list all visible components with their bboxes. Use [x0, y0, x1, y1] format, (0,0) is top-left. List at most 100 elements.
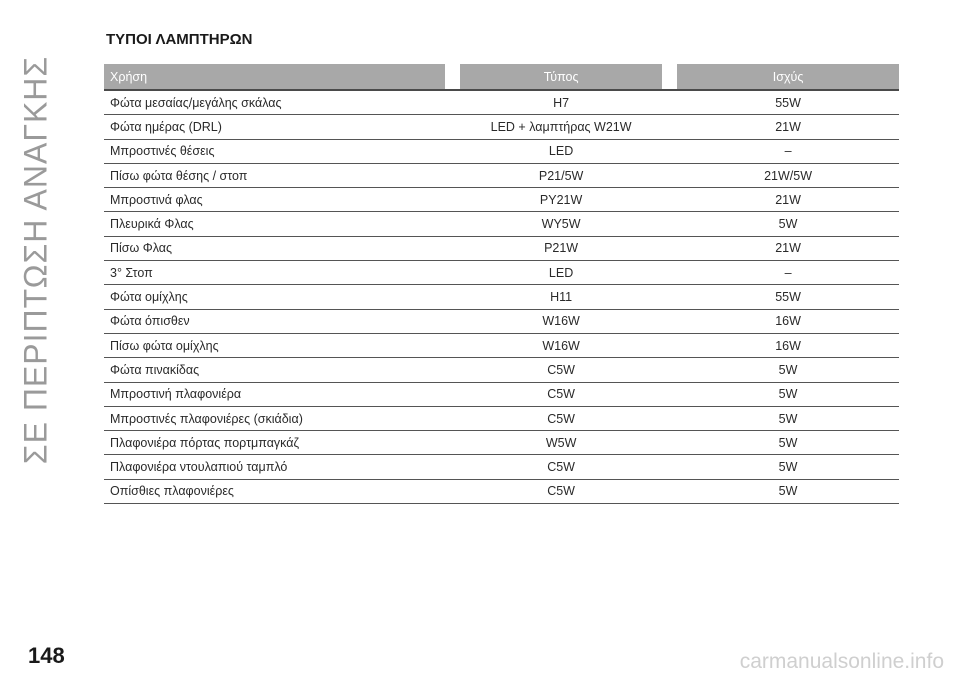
cell-gap	[445, 114, 461, 140]
cell-gap	[662, 406, 678, 432]
header-type: Τύπος	[460, 64, 663, 91]
cell-gap	[662, 333, 678, 359]
table-row: Οπίσθιες πλαφονιέρες C5W 5W	[104, 479, 899, 505]
cell-use: Πλευρικά Φλας	[104, 211, 446, 237]
cell-use: Μπροστινά φλας	[104, 187, 446, 213]
cell-type: P21W	[460, 236, 663, 262]
cell-type: W16W	[460, 333, 663, 359]
cell-gap	[662, 357, 678, 383]
cell-gap	[445, 163, 461, 189]
header-power: Ισχύς	[677, 64, 899, 91]
cell-gap	[662, 382, 678, 407]
cell-gap	[662, 211, 678, 237]
table-row: Φώτα ομίχλης H11 55W	[104, 284, 899, 310]
cell-type: H7	[460, 90, 663, 116]
cell-type: P21/5W	[460, 163, 663, 189]
cell-power: 5W	[677, 357, 899, 383]
cell-power: 5W	[677, 454, 899, 480]
watermark: carmanualsonline.info	[739, 650, 944, 673]
cell-type: LED + λαμπτήρας W21W	[460, 114, 663, 140]
cell-power: 5W	[677, 430, 899, 456]
cell-use: Πίσω φώτα θέσης / στοπ	[104, 163, 446, 189]
cell-type: C5W	[460, 382, 663, 407]
cell-use: Μπροστινή πλαφονιέρα	[104, 382, 446, 407]
cell-gap	[662, 187, 678, 213]
cell-gap	[662, 163, 678, 189]
cell-use: Μπροστινές θέσεις	[104, 139, 446, 164]
cell-gap	[662, 260, 678, 286]
cell-gap	[445, 187, 461, 213]
cell-power: 5W	[677, 479, 899, 505]
cell-gap	[445, 139, 461, 164]
table-row: Πλευρικά Φλας WY5W 5W	[104, 211, 899, 237]
cell-type: C5W	[460, 406, 663, 432]
cell-type: C5W	[460, 357, 663, 383]
cell-power: 5W	[677, 382, 899, 407]
cell-type: C5W	[460, 479, 663, 505]
cell-type: LED	[460, 139, 663, 164]
cell-use: Πλαφονιέρα ντουλαπιού ταμπλό	[104, 454, 446, 480]
cell-use: Πλαφονιέρα πόρτας πορτμπαγκάζ	[104, 430, 446, 456]
section-side-title: ΣΕ ΠΕΡΙΠΤΩΣΗ ΑΝΑΓΚΗΣ	[17, 55, 54, 465]
cell-power: 55W	[677, 284, 899, 310]
cell-gap	[445, 479, 461, 505]
cell-gap	[662, 454, 678, 480]
table-row: Μπροστινές θέσεις LED –	[104, 139, 899, 164]
cell-power: 21W	[677, 187, 899, 213]
cell-gap	[445, 357, 461, 383]
cell-gap	[662, 139, 678, 164]
cell-gap	[662, 430, 678, 456]
cell-power: –	[677, 260, 899, 286]
header-gap	[662, 64, 678, 91]
cell-power: 16W	[677, 309, 899, 334]
cell-use: Μπροστινές πλαφονιέρες (σκιάδια)	[104, 406, 446, 432]
table-row: Φώτα όπισθεν W16W 16W	[104, 309, 899, 334]
table-row: Πίσω φώτα ομίχλης W16W 16W	[104, 333, 899, 359]
cell-gap	[445, 236, 461, 262]
header-use: Χρήση	[104, 64, 446, 91]
cell-gap	[662, 114, 678, 140]
cell-power: 21W	[677, 114, 899, 140]
table-row: Μπροστινά φλας PY21W 21W	[104, 187, 899, 213]
table-row: Πίσω φώτα θέσης / στοπ P21/5W 21W/5W	[104, 163, 899, 189]
cell-power: 55W	[677, 90, 899, 116]
cell-use: Πίσω φώτα ομίχλης	[104, 333, 446, 359]
table-row: Πίσω Φλας P21W 21W	[104, 236, 899, 262]
cell-type: LED	[460, 260, 663, 286]
page-heading: ΤΥΠΟΙ ΛΑΜΠΤΗΡΩΝ	[106, 31, 253, 48]
table-row: 3° Στοπ LED –	[104, 260, 899, 286]
cell-use: Φώτα ημέρας (DRL)	[104, 114, 446, 140]
table-row: Φώτα μεσαίας/μεγάλης σκάλας H7 55W	[104, 90, 899, 116]
cell-use: 3° Στοπ	[104, 260, 446, 286]
table-body: Φώτα μεσαίας/μεγάλης σκάλας H7 55W Φώτα ημέ…	[104, 90, 899, 505]
cell-gap	[445, 211, 461, 237]
table-row: Φώτα πινακίδας C5W 5W	[104, 357, 899, 383]
table-row: Πλαφονιέρα πόρτας πορτμπαγκάζ W5W 5W	[104, 430, 899, 456]
cell-gap	[445, 382, 461, 407]
cell-gap	[662, 309, 678, 334]
cell-gap	[445, 309, 461, 334]
cell-power: 21W/5W	[677, 163, 899, 189]
table-row: Πλαφονιέρα ντουλαπιού ταμπλό C5W 5W	[104, 454, 899, 480]
cell-gap	[445, 454, 461, 480]
cell-type: W16W	[460, 309, 663, 334]
cell-use: Φώτα μεσαίας/μεγάλης σκάλας	[104, 90, 446, 116]
cell-gap	[662, 284, 678, 310]
table-row: Μπροστινή πλαφονιέρα C5W 5W	[104, 382, 899, 407]
cell-use: Φώτα όπισθεν	[104, 309, 446, 334]
table-row: Φώτα ημέρας (DRL) LED + λαμπτήρας W21W 21W	[104, 114, 899, 140]
cell-use: Πίσω Φλας	[104, 236, 446, 262]
cell-gap	[662, 479, 678, 505]
cell-type: C5W	[460, 454, 663, 480]
table-header-row: Χρήση Τύπος Ισχύς	[104, 64, 899, 91]
table-row: Μπροστινές πλαφονιέρες (σκιάδια) C5W 5W	[104, 406, 899, 432]
cell-use: Φώτα πινακίδας	[104, 357, 446, 383]
cell-type: W5W	[460, 430, 663, 456]
cell-gap	[445, 406, 461, 432]
cell-gap	[662, 90, 678, 116]
cell-type: WY5W	[460, 211, 663, 237]
cell-power: 16W	[677, 333, 899, 359]
cell-gap	[445, 90, 461, 116]
cell-gap	[445, 260, 461, 286]
header-gap	[445, 64, 461, 91]
